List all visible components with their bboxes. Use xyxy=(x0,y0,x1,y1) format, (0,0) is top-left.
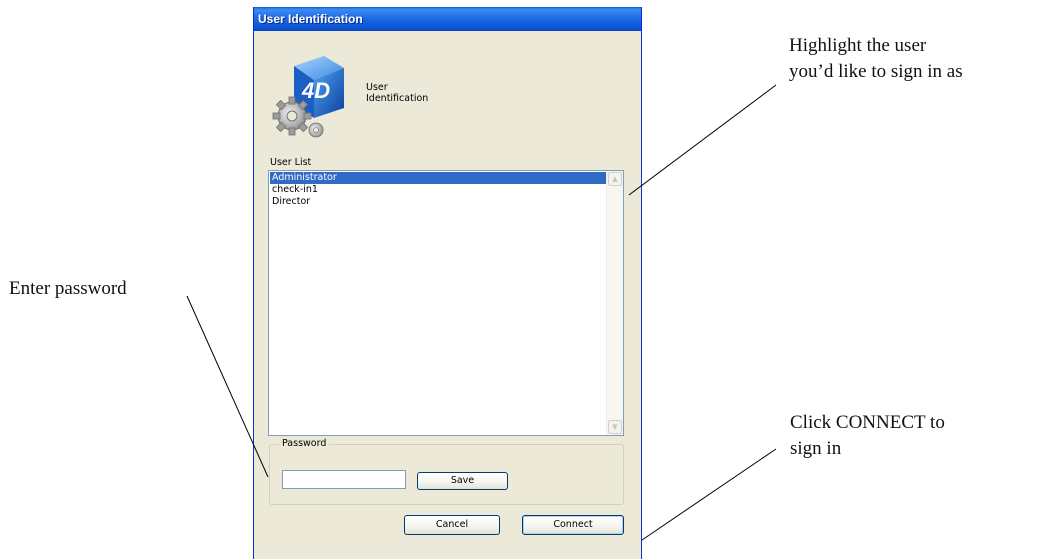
header-title: User Identification xyxy=(366,82,476,104)
cancel-button[interactable]: Cancel xyxy=(404,515,500,535)
user-list-scrollbar[interactable]: ▲ ▼ xyxy=(606,171,623,435)
leader-line-connect xyxy=(641,448,777,541)
callout-highlight-line1: Highlight the user xyxy=(789,35,927,56)
save-button[interactable]: Save xyxy=(417,472,508,490)
callout-click-connect: Click CONNECT to sign in xyxy=(790,410,945,462)
callout-highlight-line2: you’d like to sign in as xyxy=(789,61,963,82)
header-title-line2: Identification xyxy=(366,93,429,104)
callout-highlight-user: Highlight the user you’d like to sign in… xyxy=(789,33,963,85)
callout-enter-password: Enter password xyxy=(9,278,127,299)
callout-connect-line1: Click CONNECT to xyxy=(790,412,945,433)
logo-4d-text: 4D xyxy=(301,78,330,103)
user-list-item-director[interactable]: Director xyxy=(270,196,606,208)
user-list-label: User List xyxy=(270,157,312,168)
user-list-item-check-in1[interactable]: check-in1 xyxy=(270,184,606,196)
scroll-down-arrow-icon[interactable]: ▼ xyxy=(608,420,622,434)
leader-line-highlight xyxy=(628,84,777,196)
user-list[interactable]: Administrator check-in1 Director ▲ ▼ xyxy=(268,170,624,436)
user-identification-dialog: User Identification 4D User Identificati… xyxy=(253,7,642,559)
user-list-items: Administrator check-in1 Director xyxy=(270,172,606,208)
user-list-item-administrator[interactable]: Administrator xyxy=(270,172,606,184)
header-title-line1: User xyxy=(366,82,388,93)
password-group-label: Password xyxy=(279,438,330,449)
dialog-title-bar[interactable]: User Identification xyxy=(254,7,641,31)
password-input[interactable] xyxy=(282,470,406,489)
connect-button[interactable]: Connect xyxy=(522,515,624,535)
scroll-up-arrow-icon[interactable]: ▲ xyxy=(608,172,622,186)
4d-logo-icon: 4D xyxy=(272,52,352,142)
callout-connect-line2: sign in xyxy=(790,438,842,459)
